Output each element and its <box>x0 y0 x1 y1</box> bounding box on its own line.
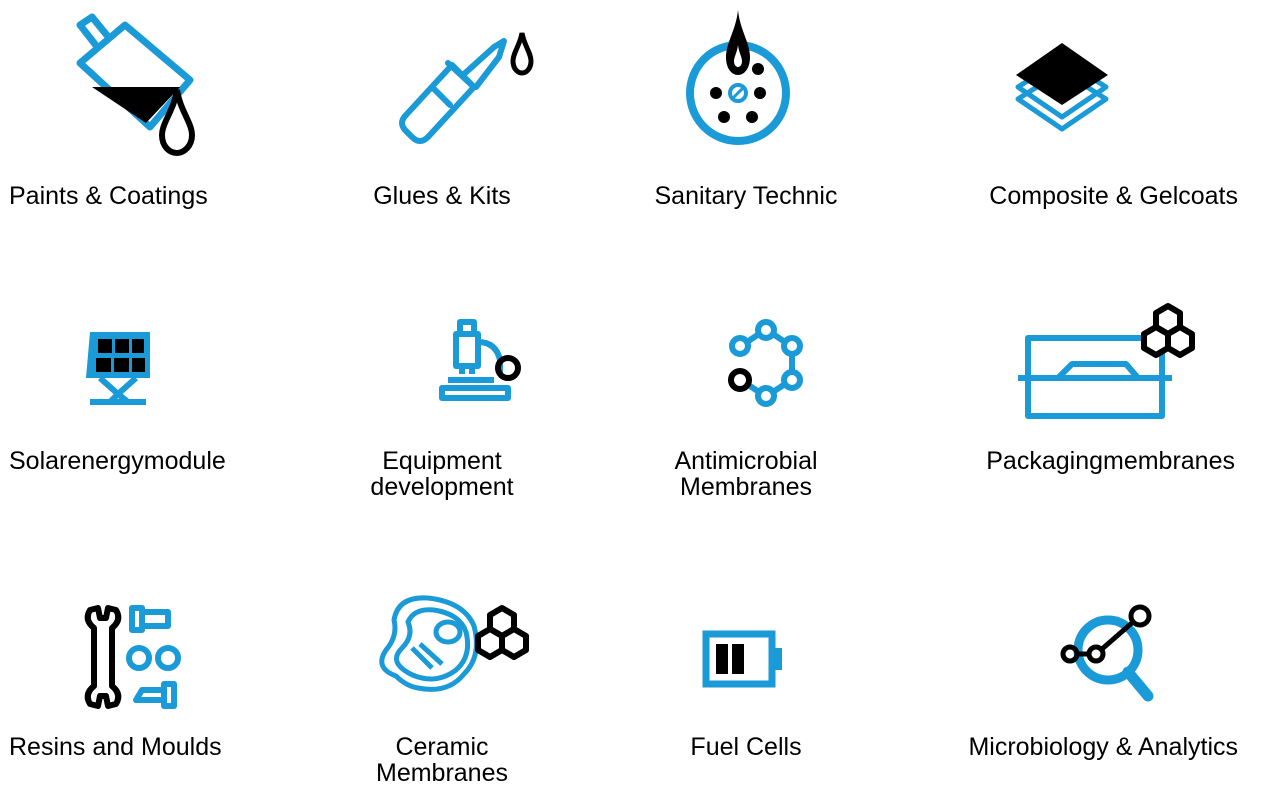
petri-dish-icon <box>628 5 864 165</box>
category-label: Resins and Moulds <box>9 733 222 761</box>
category-label: Ceramic Membranes <box>376 733 508 787</box>
category-composite-gelcoats[interactable]: Composite & Gelcoats <box>922 5 1238 245</box>
glue-tube-icon <box>324 5 560 165</box>
solar-panel-icon <box>40 270 276 430</box>
category-ceramic-membranes[interactable]: Ceramic Membranes <box>284 556 600 796</box>
microscope-icon <box>324 270 560 430</box>
category-label: Glues & Kits <box>373 182 511 210</box>
category-label: Packagingmembranes <box>986 447 1235 475</box>
category-solarenergymodule[interactable]: Solarenergymodule <box>0 270 316 510</box>
category-packagingmembranes[interactable]: Packagingmembranes <box>922 270 1238 510</box>
category-label: Equipment development <box>370 447 514 501</box>
category-label: Microbiology & Analytics <box>968 733 1238 761</box>
category-label: Antimicrobial Membranes <box>674 447 818 501</box>
category-label: Fuel Cells <box>690 733 802 761</box>
category-equipment-development[interactable]: Equipment development <box>284 270 600 510</box>
category-sanitary-technic[interactable]: Sanitary Technic <box>588 5 904 245</box>
category-antimicrobial-membranes[interactable]: Antimicrobial Membranes <box>588 270 904 510</box>
layers-icon <box>962 5 1198 165</box>
category-label: Paints & Coatings <box>9 182 208 210</box>
category-resins-moulds[interactable]: Resins and Moulds <box>0 556 316 796</box>
magnifier-network-icon <box>962 556 1198 716</box>
category-label: Sanitary Technic <box>654 182 838 210</box>
category-label: Solarenergymodule <box>9 447 226 475</box>
molecule-ring-icon <box>628 270 864 430</box>
ceramic-molecule-icon <box>324 556 560 716</box>
category-fuel-cells[interactable]: Fuel Cells <box>588 556 904 796</box>
packaging-tray-icon <box>962 270 1198 430</box>
category-glues-kits[interactable]: Glues & Kits <box>284 5 600 245</box>
paint-bucket-icon <box>40 5 276 165</box>
category-label: Composite & Gelcoats <box>989 182 1238 210</box>
category-paints-coatings[interactable]: Paints & Coatings <box>0 5 316 245</box>
battery-icon <box>628 556 864 716</box>
wrench-bolts-icon <box>40 556 276 716</box>
category-microbiology-analytics[interactable]: Microbiology & Analytics <box>922 556 1238 796</box>
